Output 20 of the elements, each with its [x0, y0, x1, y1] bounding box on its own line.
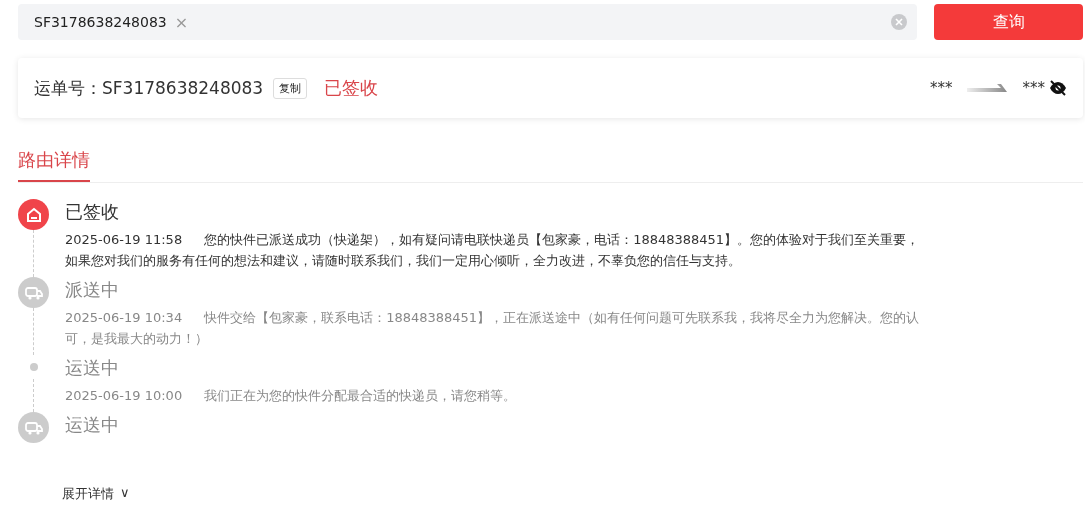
event-description: 2025-06-19 11:58 您的快件已派送成功（快递架），如有疑问请电联快递员【包家豪，电话：18848388451】。您的体验对于我们至关重要，如果您对我们的服务有任何的想法和建议，请随时联系我们，我们一定用心倾听，全力改进，不辜负您的信任与支持。 — [65, 231, 921, 270]
copy-button[interactable]: 复制 — [273, 77, 308, 99]
waybill-status: 已签收 — [324, 76, 379, 100]
query-button[interactable]: 查询 — [934, 4, 1083, 40]
event-title: 运送中 — [65, 413, 120, 437]
event-description: 2025-06-19 10:34 快件交给【包家豪，联系电话：18848388451】，正在派送途中（如有任何问题可先联系我，我将尽全力为您解决。您的认可，是我最大的动力！） — [65, 309, 921, 348]
house-icon — [18, 199, 49, 230]
event-title: 派送中 — [65, 278, 120, 302]
origin-text: *** — [930, 79, 953, 97]
destination-text: *** — [1022, 79, 1045, 97]
eye-slash-icon[interactable] — [1049, 80, 1067, 96]
timeline-dot — [29, 363, 38, 371]
expand-details-link[interactable]: 展开详情 ∨ — [62, 485, 130, 503]
route-arrow-icon — [966, 84, 1009, 92]
event-title: 已签收 — [65, 200, 120, 224]
event-description: 2025-06-19 10:00 我们正在为您的快件分配最合适的快递员，请您稍等。 — [65, 387, 518, 405]
event-title: 运送中 — [65, 356, 120, 380]
waybill-tag: SF3178638248083 — [34, 14, 167, 30]
route-details-tab[interactable]: 路由详情 — [18, 148, 90, 182]
waybill-label: 运单号：SF3178638248083 — [34, 76, 264, 100]
